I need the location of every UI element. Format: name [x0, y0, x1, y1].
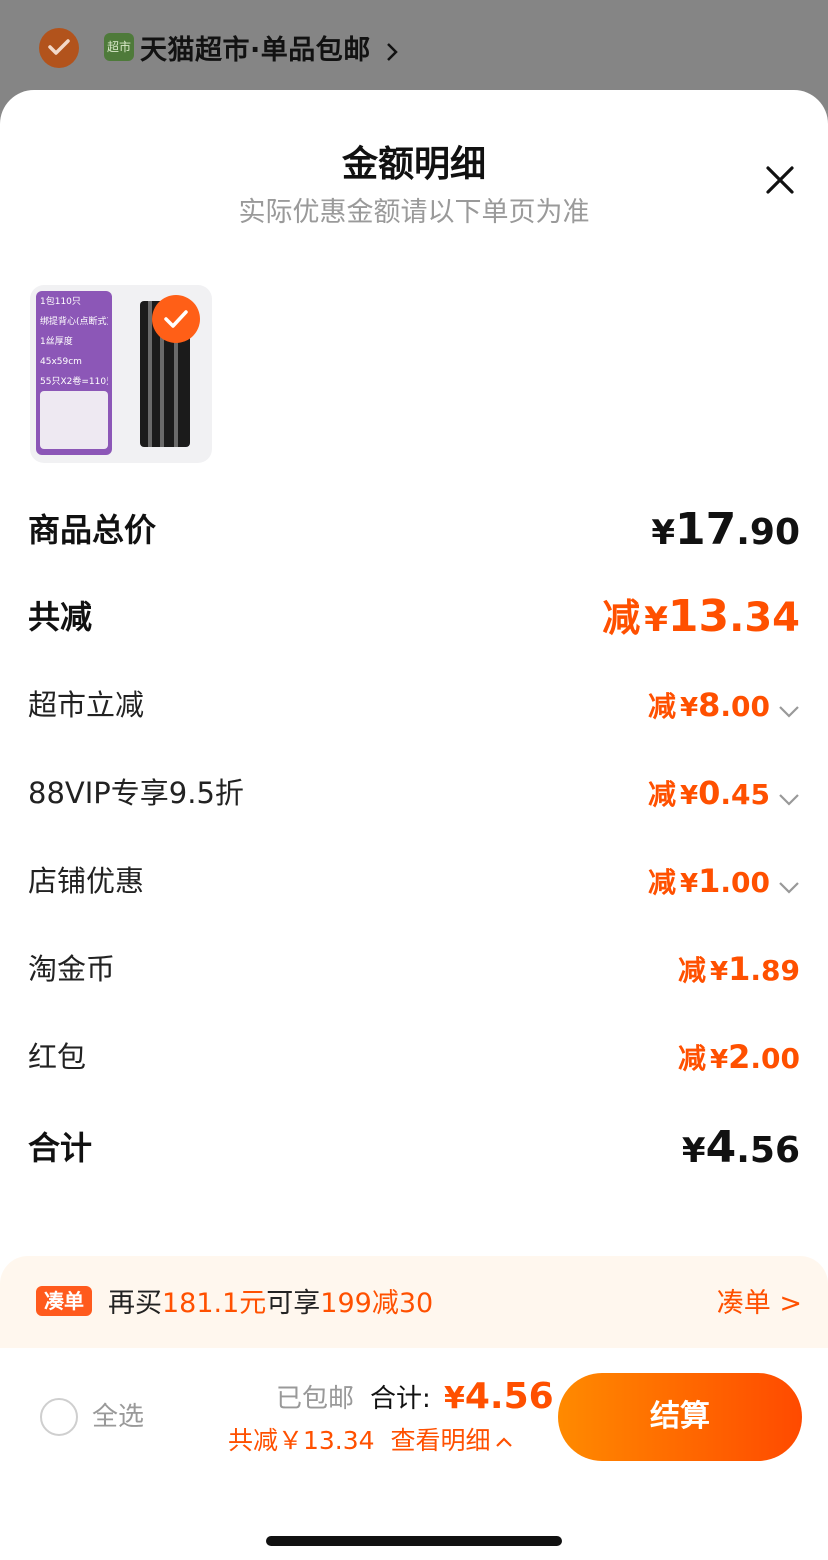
- shipping-status: 已包邮: [276, 1384, 355, 1414]
- price-decimal: .90: [736, 512, 800, 553]
- price-decimal: .45: [720, 778, 770, 811]
- chevron-up-icon[interactable]: [495, 1436, 513, 1448]
- product-spec-panel: 1包110只 绑提背心(点断式) 1丝厚度 45x59cm 55只X2卷=110…: [36, 291, 112, 455]
- product-size-diagram: [40, 391, 108, 449]
- price-integer: 1: [728, 950, 751, 988]
- promo-text-part: 可享: [266, 1288, 321, 1319]
- discount-value: 减 ¥2.00: [678, 1027, 800, 1093]
- price-integer: 1: [698, 862, 721, 900]
- chevron-down-icon[interactable]: [778, 881, 800, 895]
- promo-offer: 199减30: [320, 1288, 434, 1319]
- price-decimal: .00: [750, 1042, 800, 1075]
- discount-prefix: 减: [678, 1042, 707, 1075]
- checkout-button[interactable]: 结算: [558, 1373, 802, 1461]
- promo-amount: 181.1元: [162, 1288, 267, 1319]
- price-decimal: .56: [736, 1130, 800, 1171]
- discount-prefix: 减: [678, 954, 707, 987]
- promo-text-part: 再买: [108, 1288, 162, 1319]
- chevron-down-icon[interactable]: [778, 705, 800, 719]
- product-spec-line: 55只X2卷=110只: [40, 377, 108, 387]
- row-discount-88vip[interactable]: 88VIP专享9.5折 减 ¥0.45: [28, 763, 800, 823]
- price-decimal: .00: [720, 690, 770, 723]
- view-detail-link[interactable]: 查看明细: [391, 1426, 491, 1455]
- discount-prefix: 减: [602, 596, 641, 640]
- total-discount-label: 共减: [28, 598, 93, 636]
- product-thumbnail[interactable]: 1包110只 绑提背心(点断式) 1丝厚度 45x59cm 55只X2卷=110…: [30, 285, 212, 463]
- currency-symbol: ¥: [710, 957, 729, 987]
- product-spec-line: 1丝厚度: [40, 337, 73, 347]
- footer-total-label: 合计:: [370, 1384, 431, 1414]
- price-integer: 13: [667, 591, 730, 642]
- row-discount-supermarket[interactable]: 超市立减 减 ¥8.00: [28, 675, 800, 735]
- store-name-label: 天猫超市·单品包邮: [140, 35, 371, 66]
- currency-symbol: ¥: [681, 1131, 706, 1171]
- price-integer: 8: [698, 686, 721, 724]
- sheet-title: 金额明细: [341, 144, 486, 185]
- footer-total-value: ¥4.56: [444, 1372, 554, 1428]
- store-check-icon[interactable]: [39, 28, 79, 68]
- saving-amount: 共减￥13.34: [228, 1426, 375, 1455]
- row-discount-shop[interactable]: 店铺优惠 减 ¥1.00: [28, 851, 800, 911]
- currency-symbol: ¥: [444, 1381, 465, 1416]
- selected-check-icon[interactable]: [152, 295, 200, 343]
- discount-prefix: 减: [648, 778, 677, 811]
- checkout-bar: 全选 已包邮 合计: ¥4.56 共减￥13.34 查看明细 结算: [0, 1348, 828, 1560]
- discount-label: 红包: [28, 1040, 87, 1074]
- total-price-value: ¥17.90: [651, 500, 800, 569]
- row-discount-taojinbi: 淘金币 减 ¥1.89: [28, 939, 800, 999]
- close-icon[interactable]: [760, 160, 800, 200]
- currency-symbol: ¥: [680, 693, 699, 723]
- discount-value: 减 ¥8.00: [648, 675, 800, 741]
- total-price-label: 商品总价: [28, 511, 157, 549]
- row-discount-redpacket: 红包 减 ¥2.00: [28, 1027, 800, 1087]
- discount-prefix: 减: [648, 866, 677, 899]
- product-spec-line: 1包110只: [40, 297, 81, 307]
- currency-symbol: ¥: [651, 513, 675, 553]
- chevron-down-icon[interactable]: [778, 793, 800, 807]
- home-indicator[interactable]: [266, 1536, 562, 1546]
- store-name[interactable]: 天猫超市·单品包邮: [140, 28, 399, 67]
- currency-symbol: ¥: [680, 869, 699, 899]
- sheet-subtitle: 实际优惠金额请以下单页为准: [238, 197, 590, 228]
- product-spec-line: 45x59cm: [40, 357, 82, 367]
- price-integer: 4: [705, 1122, 737, 1173]
- add-on-link[interactable]: 凑单 >: [717, 1281, 802, 1320]
- grand-total-value: ¥4.56: [682, 1118, 800, 1187]
- chevron-right-icon: [386, 42, 398, 61]
- tmall-supermarket-logo: 超市: [104, 33, 134, 61]
- footer-saving[interactable]: 共减￥13.34 查看明细: [228, 1423, 513, 1459]
- price-integer: 17: [674, 504, 737, 555]
- currency-symbol: ¥: [644, 600, 668, 640]
- promo-text: 再买181.1元可享199减30: [108, 1281, 433, 1320]
- discount-prefix: 减: [648, 690, 677, 723]
- currency-symbol: ¥: [710, 1045, 729, 1075]
- footer-total-amount: 4.56: [464, 1376, 554, 1417]
- discount-value: 减 ¥1.89: [678, 939, 800, 1005]
- row-grand-total: 合计 ¥4.56: [28, 1118, 800, 1178]
- product-spec-line: 绑提背心(点断式): [40, 317, 108, 327]
- currency-symbol: ¥: [680, 781, 699, 811]
- discount-label: 超市立减: [28, 688, 145, 722]
- discount-value: 减 ¥1.00: [648, 851, 800, 917]
- select-all-label[interactable]: 全选: [92, 1398, 144, 1436]
- price-integer: 0: [698, 774, 721, 812]
- add-on-promo-bar[interactable]: 凑单 再买181.1元可享199减30 凑单 >: [0, 1256, 828, 1348]
- select-all-radio[interactable]: [40, 1398, 78, 1436]
- total-discount-value: 减 ¥13.34: [602, 587, 800, 656]
- grand-total-label: 合计: [28, 1129, 93, 1167]
- price-decimal: .34: [729, 595, 800, 641]
- promo-tag: 凑单: [36, 1286, 92, 1316]
- row-total-price: 商品总价 ¥17.90: [28, 500, 800, 560]
- discount-label: 淘金币: [28, 952, 116, 986]
- amount-detail-sheet: 金额明细 实际优惠金额请以下单页为准 1包110只 绑提背心(点断式) 1丝厚度…: [0, 90, 828, 1560]
- discount-value: 减 ¥0.45: [648, 763, 800, 829]
- row-total-discount: 共减 减 ¥13.34: [28, 587, 800, 647]
- price-decimal: .89: [750, 954, 800, 987]
- price-integer: 2: [728, 1038, 751, 1076]
- discount-label: 店铺优惠: [28, 864, 145, 898]
- discount-label: 88VIP专享9.5折: [28, 776, 244, 810]
- price-decimal: .00: [720, 866, 770, 899]
